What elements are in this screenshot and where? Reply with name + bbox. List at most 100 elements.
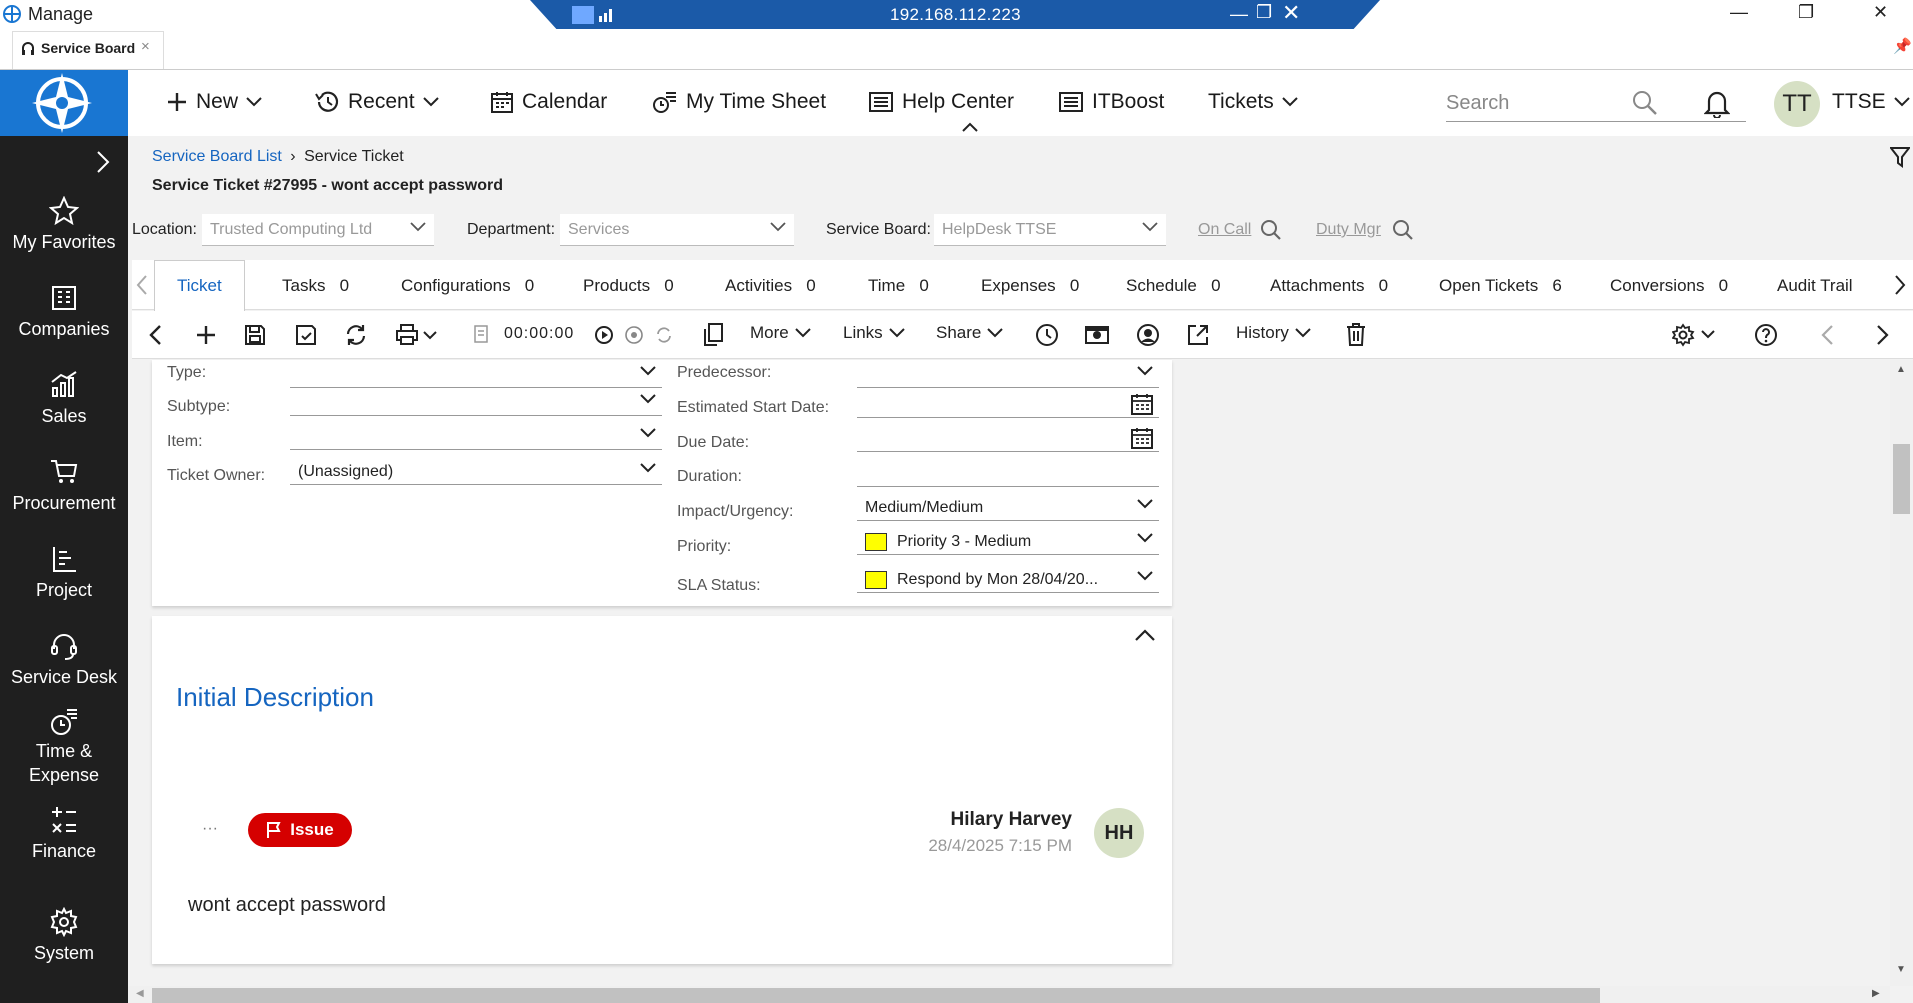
expense-icon[interactable] [1085, 324, 1109, 346]
browser-tab-close-button[interactable]: × [141, 38, 150, 55]
next-ticket-icon[interactable] [1876, 324, 1890, 346]
open-external-icon[interactable] [1186, 323, 1210, 347]
ticket-owner-select[interactable]: (Unassigned) [290, 457, 662, 485]
item-select[interactable] [290, 422, 662, 450]
timer-note-icon[interactable] [474, 325, 490, 343]
tabs-scroll-left-icon[interactable] [136, 274, 148, 296]
user-menu-button[interactable]: TTSE [1832, 90, 1910, 114]
tab-tasks[interactable]: Tasks 0 [282, 276, 349, 296]
priority-select[interactable]: Priority 3 - Medium [857, 527, 1159, 555]
department-select[interactable]: Services [560, 214, 794, 246]
nav-companies[interactable]: Companies [0, 283, 128, 340]
close-button[interactable]: ✕ [1873, 2, 1888, 23]
recent-menu-button[interactable]: Recent [314, 90, 439, 114]
rdp-close-button[interactable]: ✕ [1282, 0, 1300, 26]
scroll-up-icon[interactable]: ▲ [1896, 364, 1906, 375]
share-menu-button[interactable]: Share [936, 323, 1004, 343]
tab-conversions[interactable]: Conversions 0 [1610, 276, 1728, 296]
calendar-button[interactable]: Calendar [490, 90, 607, 114]
location-select[interactable]: Trusted Computing Ltd [202, 214, 434, 246]
nav-procurement[interactable]: Procurement [0, 457, 128, 514]
calendar-icon[interactable] [1131, 427, 1153, 449]
rdp-restore-button[interactable]: ❐ [1256, 2, 1272, 23]
sla-status-select[interactable]: Respond by Mon 28/04/20... [857, 565, 1159, 593]
scroll-right-icon[interactable]: ▶ [1872, 988, 1880, 999]
save-and-close-icon[interactable] [295, 324, 317, 346]
filter-icon[interactable] [1890, 146, 1910, 168]
scroll-down-icon[interactable]: ▼ [1896, 964, 1906, 975]
rdp-minimize-button[interactable]: — [1230, 4, 1248, 25]
horizontal-scroll-thumb[interactable] [152, 988, 1600, 1003]
duty-mgr-search-icon[interactable] [1392, 219, 1414, 241]
history-menu-button[interactable]: History [1236, 323, 1311, 343]
user-avatar[interactable]: TT [1774, 81, 1820, 127]
settings-gear-icon[interactable] [1672, 323, 1718, 347]
subtype-select[interactable] [290, 388, 662, 416]
tab-activities[interactable]: Activities 0 [725, 276, 816, 296]
impact-urgency-select[interactable]: Medium/Medium [857, 493, 1159, 521]
duration-field[interactable] [857, 459, 1159, 487]
expand-nav-icon[interactable] [96, 150, 110, 174]
pin-tab-icon[interactable]: 📌 [1893, 37, 1912, 55]
save-icon[interactable] [244, 324, 266, 346]
links-menu-button[interactable]: Links [843, 323, 905, 343]
contact-icon[interactable] [1136, 323, 1160, 347]
on-call-link[interactable]: On Call [1198, 221, 1251, 239]
vertical-scroll-thumb[interactable] [1893, 444, 1910, 514]
vertical-scrollbar[interactable]: ▲ ▼ [1890, 360, 1913, 986]
tab-audit-trail[interactable]: Audit Trail [1777, 276, 1853, 296]
nav-project[interactable]: Project [0, 544, 128, 601]
search-icon[interactable] [1632, 90, 1658, 116]
print-icon[interactable] [396, 324, 440, 346]
reset-timer-icon[interactable] [654, 325, 674, 345]
tab-open-tickets[interactable]: Open Tickets 6 [1439, 276, 1562, 296]
on-call-search-icon[interactable] [1260, 219, 1282, 241]
help-center-button[interactable]: Help Center [868, 90, 1014, 114]
predecessor-select[interactable] [857, 360, 1159, 388]
collapse-chevron-up-icon[interactable] [1134, 628, 1156, 642]
chevron-up-icon[interactable] [962, 122, 978, 132]
trash-icon[interactable] [1346, 323, 1366, 347]
tab-time[interactable]: Time 0 [868, 276, 929, 296]
nav-service-desk[interactable]: Service Desk [0, 631, 128, 688]
tab-configurations[interactable]: Configurations 0 [401, 276, 534, 296]
nav-finance[interactable]: Finance [0, 805, 128, 862]
refresh-icon[interactable] [344, 323, 368, 347]
calendar-icon[interactable] [1131, 393, 1153, 415]
service-board-select[interactable]: HelpDesk TTSE [934, 214, 1166, 246]
scroll-left-icon[interactable]: ◀ [136, 988, 144, 999]
more-menu-button[interactable]: More [750, 323, 811, 343]
browser-tab-service-board[interactable]: Service Board × [12, 31, 164, 69]
nav-my-favorites[interactable]: My Favorites [0, 196, 128, 253]
note-menu-icon[interactable]: ··· [202, 820, 218, 838]
my-time-sheet-button[interactable]: My Time Sheet [652, 90, 826, 114]
type-select[interactable] [290, 360, 662, 388]
duty-mgr-link[interactable]: Duty Mgr [1316, 221, 1381, 239]
play-icon[interactable] [594, 325, 614, 345]
tab-attachments[interactable]: Attachments 0 [1270, 276, 1388, 296]
back-icon[interactable] [148, 324, 162, 346]
tab-ticket[interactable]: Ticket [154, 260, 245, 311]
nav-sales[interactable]: Sales [0, 370, 128, 427]
new-menu-button[interactable]: New [166, 90, 262, 114]
tabs-scroll-right-icon[interactable] [1894, 274, 1906, 296]
horizontal-scrollbar[interactable]: ◀ ▶ [128, 986, 1890, 1003]
pin-icon[interactable] [570, 4, 596, 26]
help-icon[interactable] [1754, 323, 1778, 347]
itboost-button[interactable]: ITBoost [1058, 90, 1164, 114]
estimated-start-date-field[interactable] [857, 390, 1159, 418]
restore-button[interactable]: ❐ [1798, 2, 1814, 23]
tab-products[interactable]: Products 0 [583, 276, 674, 296]
add-icon[interactable] [196, 325, 216, 345]
due-date-field[interactable] [857, 424, 1159, 452]
bell-icon[interactable] [1704, 88, 1730, 118]
clock-icon[interactable] [1035, 323, 1059, 347]
breadcrumb-service-board-list[interactable]: Service Board List [152, 148, 282, 165]
nav-system[interactable]: System [0, 907, 128, 964]
tab-schedule[interactable]: Schedule 0 [1126, 276, 1221, 296]
nav-time-expense[interactable]: Time & Expense [0, 707, 128, 787]
tab-expenses[interactable]: Expenses 0 [981, 276, 1079, 296]
stop-icon[interactable] [624, 325, 644, 345]
connectwise-logo[interactable] [0, 70, 128, 136]
copy-icon[interactable] [703, 323, 723, 347]
